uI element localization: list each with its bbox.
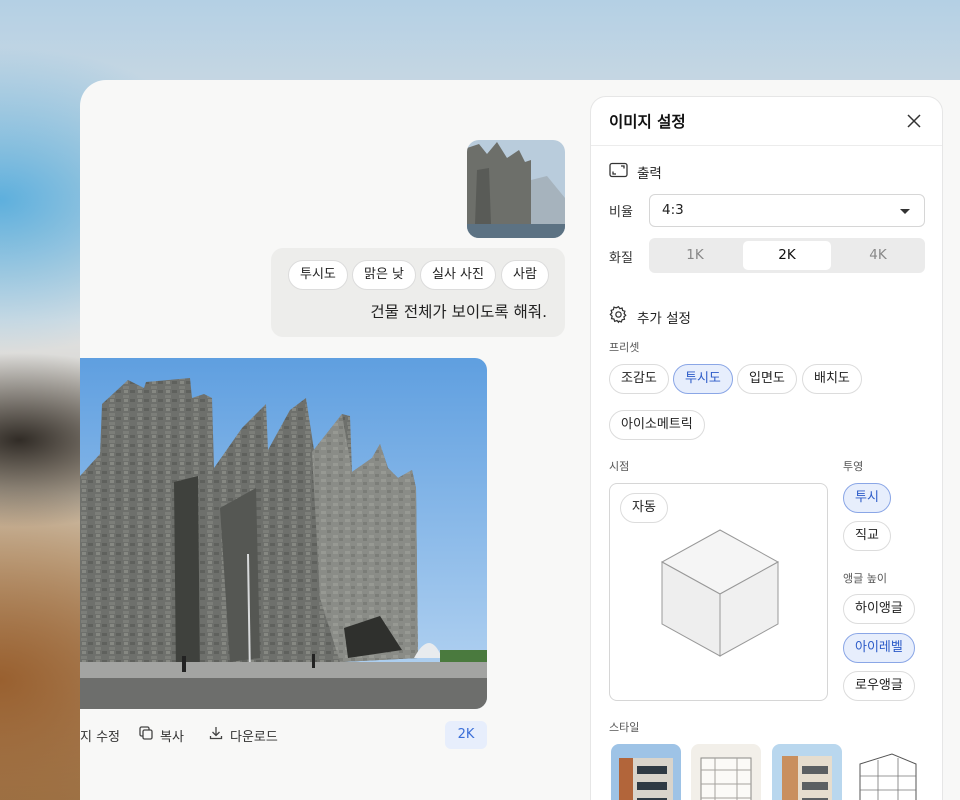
close-icon[interactable] [904,111,924,131]
chevron-down-icon [900,209,910,214]
output-heading: 출력 [637,166,662,182]
aspect-ratio-icon [609,162,628,182]
request-chip: 사람 [501,260,549,290]
quality-option-4k[interactable]: 4K [834,241,922,270]
cube-icon[interactable] [660,528,780,658]
style-option-sketch[interactable] [691,744,761,800]
download-button[interactable]: 다운로드 [208,725,278,745]
preset-isometric[interactable]: 아이소메트릭 [609,410,705,440]
download-icon [208,725,224,745]
copy-icon [138,725,154,745]
image-settings-panel: 이미지 설정 출력 비율 4:3 화질 1K 2K 4K 추가 설정 프리셋 조… [590,96,943,800]
quality-option-1k[interactable]: 1K [651,241,739,270]
angle-eye-level[interactable]: 아이레벨 [843,633,915,663]
preset-elevation[interactable]: 입면도 [737,364,797,394]
angle-high[interactable]: 하이앵글 [843,594,915,624]
user-message-text: 건물 전체가 보이도록 해줘. [370,303,547,321]
style-label: 스타일 [609,721,640,734]
ratio-value: 4:3 [662,202,684,218]
generated-image[interactable] [80,358,487,709]
download-label: 다운로드 [230,729,278,745]
angle-height-label: 앵글 높이 [843,572,887,585]
request-chip: 실사 사진 [420,260,496,290]
ratio-label: 비율 [609,205,633,220]
viewpoint-picker[interactable]: 자동 [609,483,828,701]
preset-perspective[interactable]: 투시도 [673,364,733,394]
projection-orthographic[interactable]: 직교 [843,521,891,551]
style-option-line-drawing[interactable] [852,744,922,800]
copy-button[interactable]: 복사 [138,725,184,745]
quality-segmented-control: 1K 2K 4K [649,238,925,273]
angle-low[interactable]: 로우앵글 [843,671,915,701]
preset-label: 프리셋 [609,341,640,354]
request-chip: 맑은 낮 [352,260,417,290]
preset-bird-eye[interactable]: 조감도 [609,364,669,394]
output-section-header: 출력 [609,162,662,182]
extra-settings-header: 추가 설정 [609,305,691,328]
projection-label: 투영 [843,460,864,473]
copy-label: 복사 [160,729,184,745]
edit-image-button[interactable]: 지 수정 [80,725,120,745]
viewpoint-label: 시점 [609,460,630,473]
user-message-bubble: 투시도 맑은 낮 실사 사진 사람 건물 전체가 보이도록 해줘. [271,248,565,337]
resolution-badge: 2K [445,721,487,749]
uploaded-image-thumbnail[interactable] [467,140,565,238]
edit-label: 지 수정 [80,729,121,745]
style-option-photoreal[interactable] [611,744,681,800]
request-chip: 투시도 [288,260,348,290]
app-window: 투시도 맑은 낮 실사 사진 사람 건물 전체가 보이도록 해줘. 지 수정 복… [80,80,960,800]
gear-icon [609,305,628,328]
quality-option-2k[interactable]: 2K [743,241,831,270]
panel-title: 이미지 설정 [609,113,686,131]
preset-site-plan[interactable]: 배치도 [802,364,862,394]
extra-settings-heading: 추가 설정 [637,310,691,327]
panel-divider [591,145,942,146]
ratio-select[interactable]: 4:3 [649,194,925,227]
quality-label: 화질 [609,251,633,266]
viewpoint-auto-chip[interactable]: 자동 [620,493,668,523]
style-option-watercolor[interactable] [772,744,842,800]
projection-perspective[interactable]: 투시 [843,483,891,513]
